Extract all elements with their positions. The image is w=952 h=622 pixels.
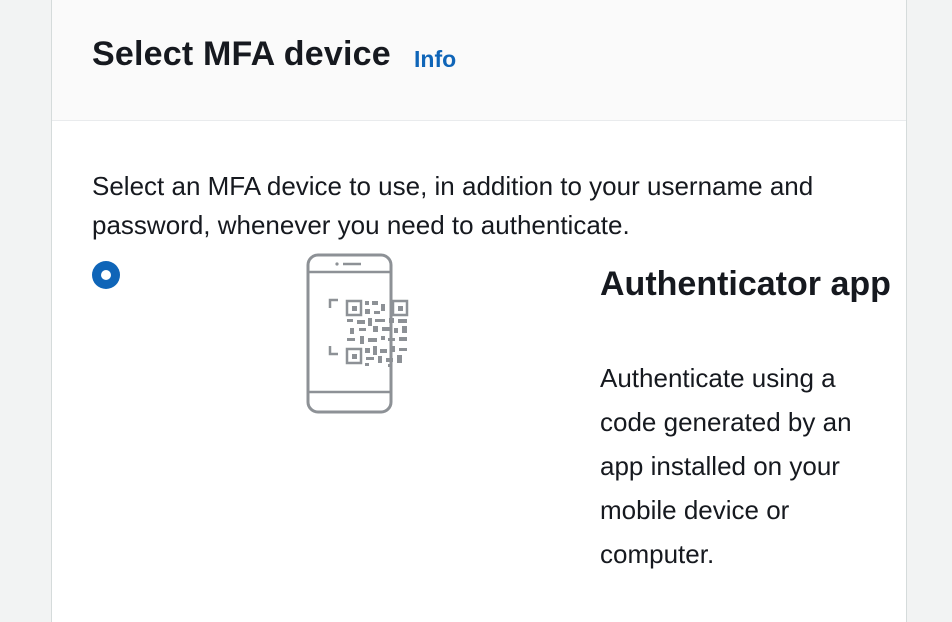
panel-description: Select an MFA device to use, in addition… <box>92 171 814 240</box>
authenticator-app-radio[interactable] <box>92 261 120 289</box>
info-link[interactable]: Info <box>414 44 456 74</box>
mfa-device-panel: Select MFA device Info Select an MFA dev… <box>51 0 907 622</box>
option-title: Authenticator app <box>600 265 891 303</box>
panel-header: Select MFA device Info <box>52 0 906 121</box>
option-description: Authenticate using a code generated by a… <box>600 363 852 569</box>
panel-title: Select MFA device <box>92 35 391 73</box>
phone-qr-code-icon <box>302 252 422 417</box>
